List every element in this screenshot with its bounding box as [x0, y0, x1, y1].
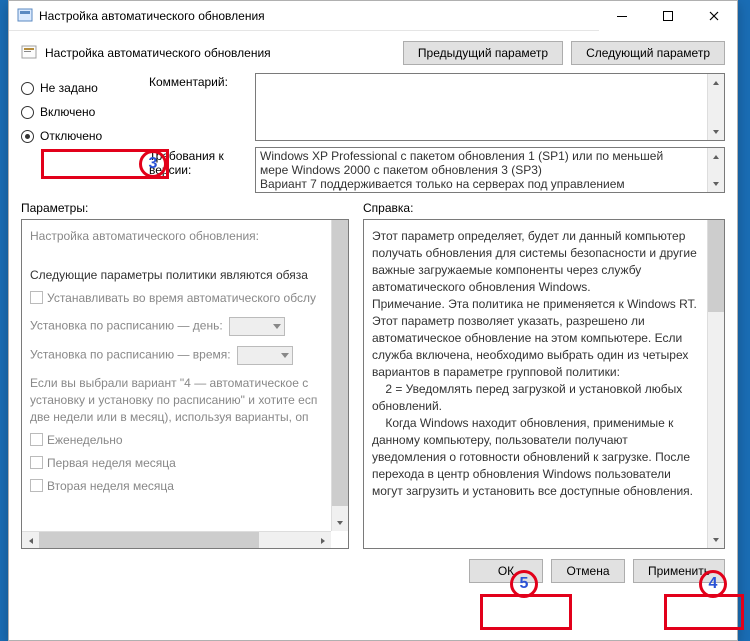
schedule-time-label: Установка по расписанию — время:	[30, 348, 231, 362]
scroll-down-icon[interactable]	[332, 514, 348, 531]
main-split: Параметры: Настройка автоматического обн…	[9, 193, 737, 549]
window-title: Настройка автоматического обновления	[39, 9, 599, 23]
annotation-number: 5	[520, 575, 529, 593]
dialog-window: Настройка автоматического обновления Нас…	[8, 0, 738, 641]
checkbox-weekly[interactable]: Еженедельно	[30, 432, 323, 449]
annotation-circle-5: 5	[510, 570, 538, 598]
checkbox-label: Устанавливать во время автоматического о…	[47, 291, 316, 305]
scroll-track[interactable]	[708, 165, 724, 175]
checkbox-icon	[30, 479, 43, 492]
titlebar: Настройка автоматического обновления	[9, 1, 737, 31]
requirements-box: Windows XP Professional с пакетом обновл…	[255, 147, 725, 193]
comment-label: Комментарий:	[149, 73, 249, 141]
checkbox-install-during-maint[interactable]: Устанавливать во время автоматического о…	[30, 290, 323, 307]
cancel-button[interactable]: Отмена	[551, 559, 625, 583]
header-row: Настройка автоматического обновления Пре…	[9, 31, 737, 73]
scroll-left-icon[interactable]	[22, 532, 39, 549]
checkbox-label: Вторая неделя месяца	[47, 479, 174, 493]
radio-label: Не задано	[40, 81, 98, 95]
annotation-circle-4: 4	[699, 570, 727, 598]
help-text-line: Этот параметр позволяет указать, разреше…	[372, 313, 699, 381]
policy-title: Настройка автоматического обновления	[45, 46, 395, 60]
radio-icon	[21, 106, 34, 119]
checkbox-label: Еженедельно	[47, 433, 123, 447]
params-title: Настройка автоматического обновления:	[30, 228, 323, 245]
radio-disabled[interactable]: Отключено	[21, 129, 141, 143]
scroll-down-icon[interactable]	[708, 123, 724, 140]
scrollbar-horizontal[interactable]	[22, 531, 331, 548]
scroll-track[interactable]	[39, 532, 314, 548]
dialog-footer: ОК Отмена Применить	[9, 549, 737, 593]
checkbox-icon	[30, 433, 43, 446]
radio-enabled[interactable]: Включено	[21, 105, 141, 119]
annotation-circle-3: 3	[139, 150, 167, 178]
schedule-time-combo[interactable]	[237, 346, 293, 365]
parameters-panel: Параметры: Настройка автоматического обн…	[21, 201, 349, 549]
scroll-thumb[interactable]	[332, 220, 348, 506]
help-text-line: Когда Windows находит обновления, примен…	[372, 415, 699, 500]
annotation-box-4	[664, 594, 744, 630]
params-note-2b: установку и установку по расписанию" и х…	[30, 392, 323, 409]
next-setting-button[interactable]: Следующий параметр	[571, 41, 725, 65]
maximize-button[interactable]	[645, 1, 691, 31]
schedule-day-label: Установка по расписанию — день:	[30, 319, 223, 333]
annotation-number: 3	[149, 155, 158, 173]
parameters-content: Настройка автоматического обновления: Сл…	[22, 220, 331, 531]
minimize-button[interactable]	[599, 1, 645, 31]
help-panel: Справка: Этот параметр определяет, будет…	[363, 201, 725, 549]
checkbox-icon	[30, 291, 43, 304]
scroll-track[interactable]	[332, 237, 348, 514]
scroll-up-icon[interactable]	[708, 74, 724, 91]
params-note-2c: две недели или в месяц), используя вариа…	[30, 409, 323, 426]
radio-icon	[21, 130, 34, 143]
schedule-day-row: Установка по расписанию — день:	[30, 317, 323, 336]
scrollbar-vertical[interactable]	[707, 148, 724, 192]
radio-label: Отключено	[40, 129, 102, 143]
scroll-thumb[interactable]	[708, 220, 724, 312]
schedule-day-combo[interactable]	[229, 317, 285, 336]
checkbox-label: Первая неделя месяца	[47, 456, 176, 470]
parameters-box: Настройка автоматического обновления: Сл…	[21, 219, 349, 549]
scroll-track[interactable]	[708, 91, 724, 123]
params-note: Следующие параметры политики являются об…	[30, 267, 323, 284]
help-text-line: 2 = Уведомлять перед загрузкой и установ…	[372, 381, 699, 415]
help-text-line: Примечание. Эта политика не применяется …	[372, 296, 699, 313]
help-text-line: Этот параметр определяет, будет ли данны…	[372, 228, 699, 296]
help-box: Этот параметр определяет, будет ли данны…	[363, 219, 725, 549]
close-button[interactable]	[691, 1, 737, 31]
app-icon	[17, 8, 33, 24]
schedule-time-row: Установка по расписанию — время:	[30, 346, 323, 365]
checkbox-second-week[interactable]: Вторая неделя месяца	[30, 478, 323, 495]
annotation-box-5	[480, 594, 572, 630]
scroll-right-icon[interactable]	[314, 532, 331, 549]
radio-icon	[21, 82, 34, 95]
policy-icon	[21, 45, 37, 61]
comment-textarea[interactable]	[255, 73, 725, 141]
scroll-up-icon[interactable]	[708, 148, 724, 165]
scrollbar-vertical[interactable]	[707, 74, 724, 140]
scroll-thumb[interactable]	[39, 532, 259, 548]
checkbox-first-week[interactable]: Первая неделя месяца	[30, 455, 323, 472]
parameters-label: Параметры:	[21, 201, 349, 215]
scrollbar-vertical[interactable]	[331, 220, 348, 531]
scroll-down-icon[interactable]	[708, 531, 724, 548]
help-content: Этот параметр определяет, будет ли данны…	[364, 220, 707, 548]
scrollbar-vertical[interactable]	[707, 220, 724, 548]
scroll-down-icon[interactable]	[708, 175, 724, 192]
radio-not-configured[interactable]: Не задано	[21, 81, 141, 95]
previous-setting-button[interactable]: Предыдущий параметр	[403, 41, 563, 65]
requirements-line: мере Windows 2000 с пакетом обновления 3…	[260, 163, 704, 177]
scroll-track[interactable]	[708, 237, 724, 531]
radio-label: Включено	[40, 105, 95, 119]
requirements-line: Вариант 7 поддерживается только на серве…	[260, 177, 704, 191]
requirements-line: Windows XP Professional с пакетом обновл…	[260, 149, 704, 163]
annotation-number: 4	[709, 575, 718, 593]
checkbox-icon	[30, 456, 43, 469]
params-note-2a: Если вы выбрали вариант "4 — автоматичес…	[30, 375, 323, 392]
help-label: Справка:	[363, 201, 725, 215]
